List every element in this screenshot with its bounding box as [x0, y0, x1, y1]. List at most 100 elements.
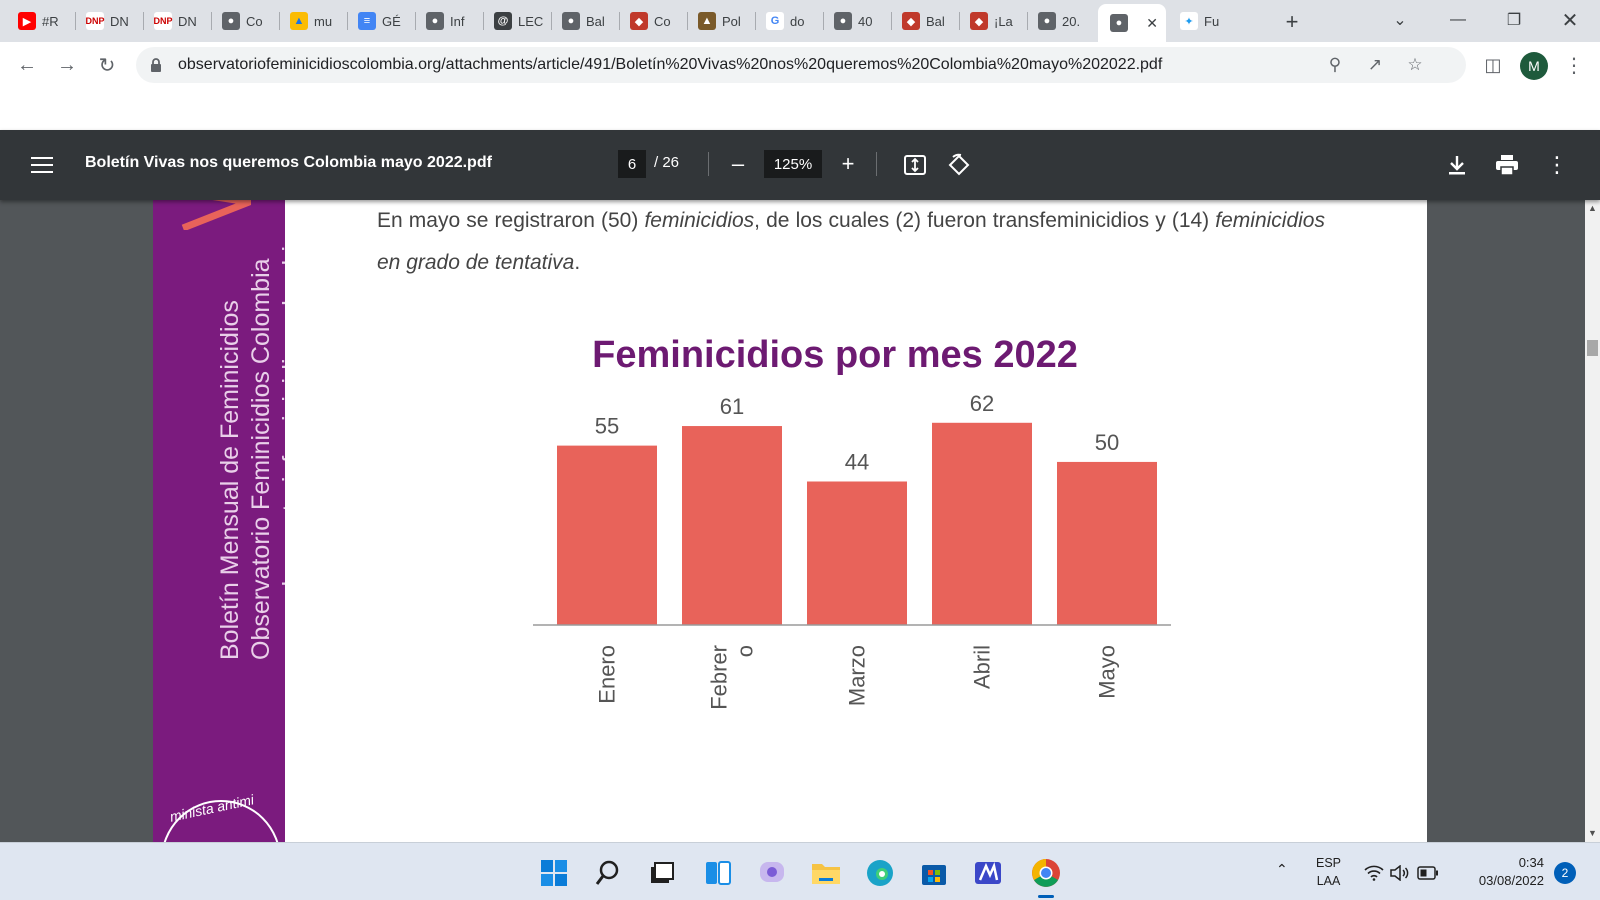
browser-tab[interactable]: ◆ Co	[622, 6, 684, 36]
rotate-icon[interactable]	[944, 150, 974, 180]
browser-tab[interactable]: Gdo	[758, 6, 820, 36]
browser-tab[interactable]: ● ✕	[1098, 4, 1166, 42]
url-text[interactable]: observatoriofeminicidioscolombia.org/att…	[178, 56, 1162, 74]
scroll-up-arrow-icon[interactable]: ▲	[1588, 203, 1597, 213]
keyboard-layout: LAA	[1316, 874, 1341, 888]
close-window-button[interactable]: ✕	[1550, 6, 1590, 34]
x-tick-label: Enero	[595, 645, 620, 704]
more-options-icon[interactable]: ⋮	[1542, 150, 1572, 180]
tab-strip: ▶ #R DNP DN DNP DN ● Co ▲ mu ≡ GÉ ● Inf @ LEC ● Bal ◆ Co ▲ Po…	[0, 0, 1600, 42]
browser-toolbar: ← → ↻ observatoriofeminicidioscolombia.o…	[0, 42, 1600, 88]
bookmark-star-icon[interactable]: ☆	[1404, 54, 1426, 76]
vertical-scrollbar[interactable]: ▲ ▼	[1585, 200, 1600, 842]
file-explorer-icon[interactable]	[806, 853, 846, 893]
toolbar-divider	[876, 152, 877, 176]
lock-icon[interactable]	[150, 57, 162, 73]
browser-tab[interactable]: ● Bal	[554, 6, 616, 36]
forward-button[interactable]: →	[52, 50, 82, 80]
bar-data-label: 55	[595, 414, 619, 439]
chart-bar	[557, 445, 657, 625]
browser-tab[interactable]: ● Co	[214, 6, 276, 36]
x-tick-label: Mayo	[1095, 645, 1120, 699]
scroll-down-arrow-icon[interactable]: ▼	[1588, 828, 1597, 838]
tab-label: Co	[246, 13, 263, 29]
site-icon: ◆	[970, 12, 988, 30]
bar-chart: 55 Enero 61 Febrer o 44 Marzo 62 Abril 50 Mayo	[533, 391, 1171, 710]
wifi-icon[interactable]	[1362, 853, 1386, 893]
tab-separator	[551, 12, 552, 30]
chat-icon[interactable]	[752, 853, 792, 893]
dnp-icon: DNP	[154, 12, 173, 30]
store-icon[interactable]	[914, 853, 954, 893]
site-icon: ◆	[902, 12, 920, 30]
search-icon[interactable]	[588, 853, 628, 893]
download-icon[interactable]	[1442, 150, 1472, 180]
close-tab-icon[interactable]: ✕	[1146, 15, 1158, 32]
language-code: ESP	[1316, 856, 1342, 870]
tab-label: Inf	[450, 13, 465, 29]
browser-tab[interactable]: ◆ Bal	[894, 6, 956, 36]
page-number-input[interactable]: 6	[618, 150, 646, 178]
shield-icon: ▲	[698, 12, 716, 30]
widgets-icon[interactable]	[698, 853, 738, 893]
tab-separator	[75, 12, 76, 30]
browser-tab[interactable]: ▶ #R	[10, 6, 72, 36]
browser-tab[interactable]: ▲ mu	[282, 6, 344, 36]
zoom-level-input[interactable]: 125%	[764, 150, 822, 178]
browser-tab[interactable]: ≡ GÉ	[350, 6, 412, 36]
clock-time: 0:34	[1518, 855, 1544, 870]
browser-tab[interactable]: ● Inf	[418, 6, 480, 36]
windows-start-icon[interactable]	[534, 853, 574, 893]
tab-separator	[687, 12, 688, 30]
browser-tab[interactable]: DNP DN	[146, 6, 208, 36]
battery-icon[interactable]	[1416, 853, 1440, 893]
chevron-up-icon[interactable]: ⌃	[1276, 861, 1288, 878]
edge-icon[interactable]	[860, 853, 900, 893]
back-button[interactable]: ←	[12, 50, 42, 80]
browser-tab[interactable]: ✦ Fu	[1172, 6, 1234, 36]
new-tab-button[interactable]: +	[1278, 8, 1306, 36]
lec-icon: @	[494, 12, 512, 30]
tab-label: ¡La	[994, 13, 1013, 29]
browser-tab[interactable]: ● 20.	[1030, 6, 1092, 36]
browser-tab[interactable]: ● 40	[826, 6, 888, 36]
chrome-icon[interactable]	[1026, 853, 1066, 893]
zoom-icon[interactable]: ⚲	[1324, 54, 1346, 76]
chrome-menu-icon[interactable]: ⋮	[1562, 50, 1586, 80]
side-strip-line: Observatorio Feminicidios Colombia	[247, 258, 275, 660]
zoom-out-button[interactable]: –	[726, 150, 750, 178]
browser-tab[interactable]: ▲ Pol	[690, 6, 752, 36]
share-icon[interactable]: ↗	[1364, 54, 1386, 76]
restore-button[interactable]: ❐	[1494, 6, 1534, 34]
tab-separator	[891, 12, 892, 30]
system-clock[interactable]: 0:34 03/08/2022	[1462, 854, 1544, 890]
address-bar[interactable]: observatoriofeminicidioscolombia.org/att…	[136, 47, 1466, 83]
browser-tab[interactable]: DNP DN	[78, 6, 140, 36]
body-paragraph: En mayo se registraron (50) feminicidios…	[377, 209, 1325, 274]
print-icon[interactable]	[1492, 150, 1522, 180]
browser-tab[interactable]: ◆ ¡La	[962, 6, 1024, 36]
tab-search-icon[interactable]: ⌄	[1380, 6, 1420, 34]
browser-tab[interactable]: @ LEC	[486, 6, 548, 36]
tab-label: Bal	[926, 13, 945, 29]
pdf-viewport[interactable]: Boletín Mensual de Feminicidios Observat…	[0, 200, 1600, 842]
toolbar-divider	[708, 152, 709, 176]
zoom-in-button[interactable]: +	[836, 150, 860, 178]
app-icon[interactable]	[968, 853, 1008, 893]
minimize-button[interactable]: —	[1438, 6, 1478, 34]
notification-badge[interactable]: 2	[1554, 862, 1576, 884]
youtube-icon: ▶	[18, 12, 36, 30]
reload-button[interactable]: ↻	[92, 50, 122, 80]
globe-icon: ●	[426, 12, 444, 30]
profile-avatar[interactable]: M	[1520, 52, 1548, 80]
scrollbar-thumb[interactable]	[1587, 340, 1598, 356]
task-view-icon[interactable]	[642, 853, 682, 893]
tab-label: mu	[314, 13, 333, 29]
tab-separator	[415, 12, 416, 30]
side-panel-icon[interactable]: ◫	[1478, 50, 1508, 80]
volume-icon[interactable]	[1388, 853, 1412, 893]
pdf-sidebar-menu-icon[interactable]	[28, 152, 56, 178]
input-language[interactable]: ESP LAA	[1316, 854, 1341, 890]
globe-icon: ●	[562, 12, 580, 30]
fit-to-page-icon[interactable]	[900, 150, 930, 180]
